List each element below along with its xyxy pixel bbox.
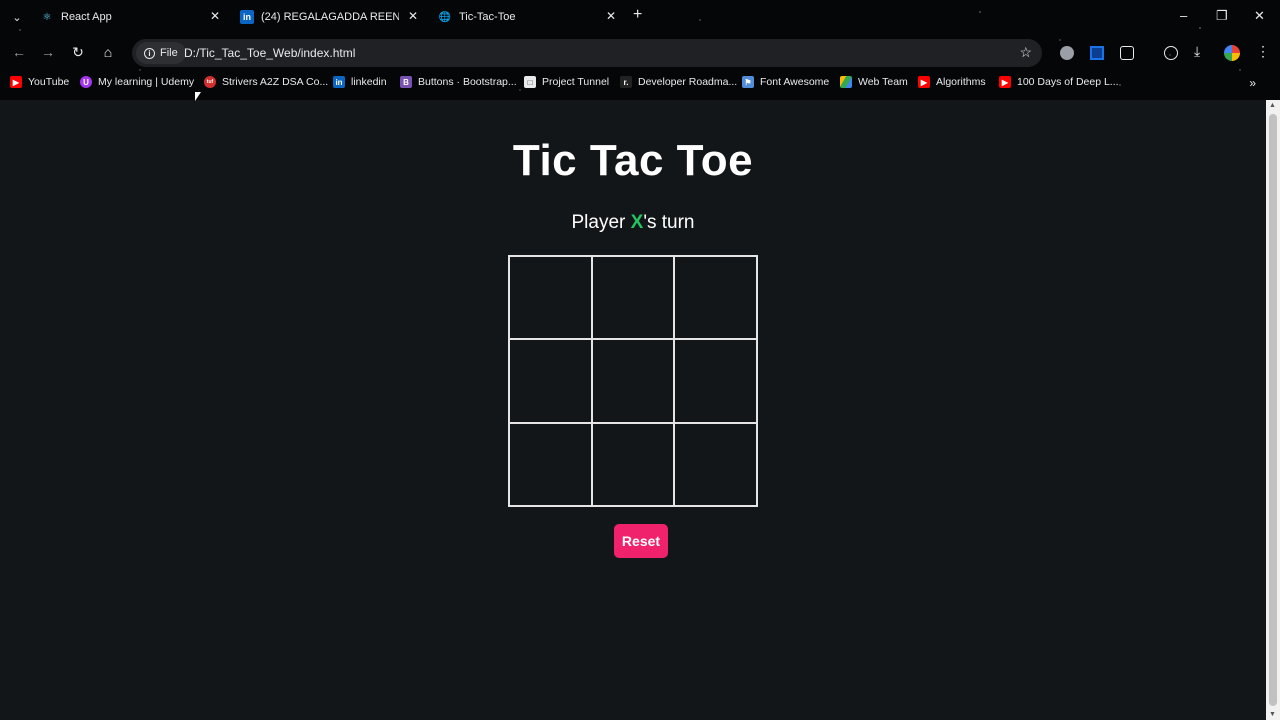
download-icon[interactable]: ⤓ [1194,43,1208,59]
bookmark-label: 100 Days of Deep L... [1017,76,1119,88]
extension-icon[interactable] [1060,46,1074,60]
tab-react-app[interactable]: ⚛ React App ✕ [40,6,220,28]
board-cell-8[interactable] [591,422,675,506]
extensions-puzzle-icon[interactable] [1120,46,1134,60]
site-info-chip[interactable]: i File [136,42,186,64]
extension-icon[interactable] [1090,46,1104,60]
udemy-icon: U [80,76,92,88]
youtube-icon: ▶ [918,76,930,88]
bookmark-label: Buttons · Bootstrap... [418,76,517,88]
bookmark-label: My learning | Udemy [98,76,195,88]
mouse-cursor [195,92,201,101]
game-title: Tic Tac Toe [512,136,754,185]
game-board [508,255,758,507]
bookmark-font-awesome[interactable]: ⚑ Font Awesome [742,76,829,88]
address-bar[interactable]: i File D:/Tic_Tac_Toe_Web/index.html ☆ [132,39,1042,67]
bookmark-developer-roadmaps[interactable]: r. Developer Roadma... [620,76,737,88]
scrollbar-thumb[interactable] [1269,114,1277,706]
scroll-down-icon[interactable]: ▼ [1269,711,1276,718]
home-icon[interactable]: ⌂ [99,44,117,60]
board-cell-4[interactable] [509,339,592,423]
minimize-icon[interactable]: – [1180,8,1187,23]
new-tab-icon[interactable]: + [633,6,642,24]
bookmark-label: Font Awesome [760,76,830,88]
page-scrollbar[interactable]: ▲ ▼ [1266,100,1280,720]
url-text[interactable]: D:/Tic_Tac_Toe_Web/index.html [184,46,355,60]
bookmark-label: linkedin [351,76,387,88]
bookmark-label: YouTube [28,76,70,88]
board-cell-1[interactable] [509,256,592,340]
tab-label: (24) REGALAGADDA REENA | Li [261,11,399,23]
roadmap-icon: r. [620,76,632,88]
board-cell-2[interactable] [591,256,675,340]
reset-button[interactable]: Reset [614,524,668,558]
tab-strip: ⌄ ⚛ React App ✕ in (24) REGALAGADDA REEN… [0,0,1280,34]
info-icon: i [144,47,155,59]
tab-tic-tac-toe[interactable]: 🌐 Tic-Tac-Toe ✕ [438,6,616,28]
bookmark-linkedin[interactable]: in linkedin [333,76,387,88]
window-close-icon[interactable]: ✕ [1254,8,1265,24]
board-cell-6[interactable] [674,339,757,423]
turn-indicator: Player X's turn [0,212,1266,234]
react-icon: ⚛ [42,11,52,23]
globe-icon: 🌐 [438,11,452,23]
close-icon[interactable]: ✕ [210,9,220,23]
bootstrap-icon: B [400,76,412,88]
close-icon[interactable]: ✕ [408,9,418,23]
back-icon[interactable]: ← [10,44,28,60]
bookmark-label: Project Tunnel [542,76,610,88]
site-info-label: File [160,47,178,59]
bookmark-strivers[interactable]: tuf Strivers A2Z DSA Co... [204,76,328,88]
performance-icon[interactable] [1164,46,1178,60]
bookmark-project-tunnel[interactable]: □ Project Tunnel [524,76,609,88]
browser-chrome: ⌄ ⚛ React App ✕ in (24) REGALAGADDA REEN… [0,0,1280,100]
bookmark-label: Web Team [858,76,908,88]
bookmark-algorithms[interactable]: ▶ Algorithms [918,76,986,88]
tab-linkedin[interactable]: in (24) REGALAGADDA REENA | Li ✕ [240,6,418,28]
tab-label: Tic-Tac-Toe [459,11,516,23]
reload-icon[interactable]: ↻ [69,44,87,61]
bookmark-bootstrap[interactable]: B Buttons · Bootstrap... [400,76,517,88]
turn-suffix: 's turn [643,212,695,233]
menu-kebab-icon[interactable]: ⋮ [1256,43,1270,59]
board-cell-5[interactable] [591,339,675,423]
current-player: X [630,212,644,233]
restore-icon[interactable]: ❐ [1216,8,1228,24]
page-icon: □ [524,76,536,88]
bookmarks-overflow-icon[interactable]: » [1249,76,1256,90]
board-cell-7[interactable] [509,422,592,506]
bookmark-youtube[interactable]: ▶ YouTube [10,76,69,88]
profile-avatar[interactable] [1224,45,1240,61]
bookmarks-bar: ▶ YouTube U My learning | Udemy tuf Stri… [0,74,1280,94]
drive-icon [840,76,852,88]
close-icon[interactable]: ✕ [606,9,616,23]
tab-label: React App [61,11,112,23]
youtube-icon: ▶ [10,76,22,88]
bookmark-web-team[interactable]: Web Team [840,76,908,88]
scroll-up-icon[interactable]: ▲ [1269,102,1276,109]
turn-prefix: Player [571,212,631,233]
linkedin-icon: in [240,10,254,24]
board-cell-3[interactable] [674,256,757,340]
board-cell-9[interactable] [674,422,757,506]
bookmark-deep-learning[interactable]: ▶ 100 Days of Deep L... [999,76,1119,88]
tuf-icon: tuf [204,76,216,88]
forward-icon[interactable]: → [39,44,57,60]
bookmark-label: Strivers A2Z DSA Co... [222,76,329,88]
bookmark-label: Developer Roadma... [638,76,738,88]
fontawesome-icon: ⚑ [742,76,754,88]
bookmark-label: Algorithms [936,76,986,88]
bookmark-star-icon[interactable]: ☆ [1019,44,1032,61]
linkedin-icon: in [333,76,345,88]
browser-toolbar: ← → ↻ ⌂ i File D:/Tic_Tac_Toe_Web/index.… [0,38,1280,68]
bookmark-udemy[interactable]: U My learning | Udemy [80,76,194,88]
tab-search-icon[interactable]: ⌄ [8,8,26,26]
youtube-icon: ▶ [999,76,1011,88]
